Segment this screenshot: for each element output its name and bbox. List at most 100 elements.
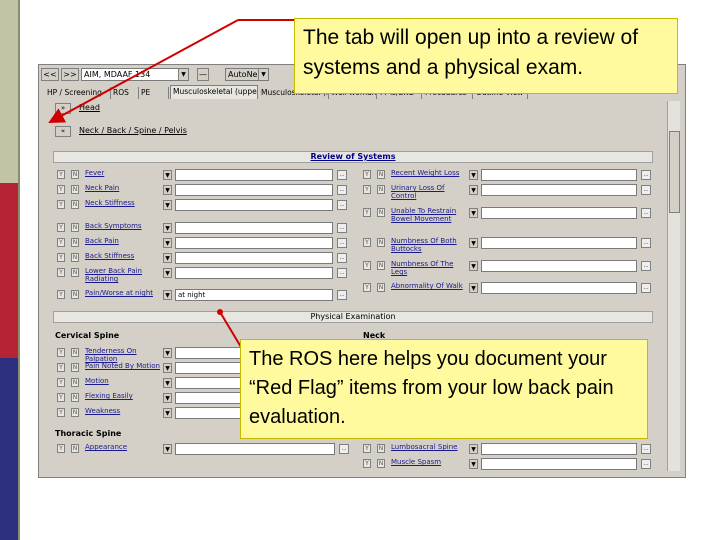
yes-checkbox[interactable]: Y bbox=[57, 185, 65, 194]
tab-hp-screening[interactable]: HP / Screening bbox=[45, 87, 111, 99]
no-checkbox[interactable]: N bbox=[71, 408, 79, 417]
yes-checkbox[interactable]: Y bbox=[57, 253, 65, 262]
yes-checkbox[interactable]: Y bbox=[363, 261, 371, 270]
item-text-field[interactable] bbox=[481, 237, 637, 249]
item-text-field[interactable] bbox=[175, 169, 333, 181]
chevron-down-icon[interactable]: ▼ bbox=[178, 69, 188, 80]
note-icon[interactable]: ... bbox=[337, 185, 347, 195]
note-icon[interactable]: ... bbox=[337, 290, 347, 300]
item-label[interactable]: Abnormality Of Walk bbox=[391, 282, 467, 290]
no-checkbox[interactable]: N bbox=[377, 238, 385, 247]
item-label[interactable]: Pain/Worse at night bbox=[85, 289, 161, 297]
back-button[interactable]: << bbox=[41, 68, 59, 81]
chevron-down-icon[interactable]: ▼ bbox=[163, 185, 172, 195]
item-label[interactable]: Motion bbox=[85, 377, 161, 385]
yes-checkbox[interactable]: Y bbox=[57, 238, 65, 247]
chevron-down-icon[interactable]: ▼ bbox=[469, 459, 478, 469]
item-text-field[interactable] bbox=[481, 282, 637, 294]
no-checkbox[interactable]: N bbox=[71, 238, 79, 247]
autoneg-select[interactable]: AutoNeg ▼ bbox=[225, 68, 269, 81]
note-icon[interactable]: ... bbox=[337, 170, 347, 180]
item-label[interactable]: Back Symptoms bbox=[85, 222, 161, 230]
note-icon[interactable]: ... bbox=[337, 223, 347, 233]
yes-checkbox[interactable]: Y bbox=[363, 459, 371, 468]
chevron-down-icon[interactable]: ▼ bbox=[469, 238, 478, 248]
item-label[interactable]: Flexing Easily bbox=[85, 392, 161, 400]
chevron-down-icon[interactable]: ▼ bbox=[163, 200, 172, 210]
chevron-down-icon[interactable]: ▼ bbox=[163, 238, 172, 248]
tab-pe[interactable]: PE bbox=[139, 87, 169, 99]
item-text-field[interactable] bbox=[175, 443, 335, 455]
chevron-down-icon[interactable]: ▼ bbox=[163, 378, 172, 388]
item-text-field[interactable] bbox=[175, 184, 333, 196]
note-icon[interactable]: ... bbox=[641, 208, 651, 218]
note-icon[interactable]: ... bbox=[641, 444, 651, 454]
patient-select[interactable]: AIM, MDAAF 134 ▼ bbox=[81, 68, 189, 81]
chevron-down-icon[interactable]: ▼ bbox=[163, 170, 172, 180]
item-label[interactable]: Lower Back Pain Radiating bbox=[85, 267, 161, 283]
item-text-field[interactable] bbox=[481, 458, 637, 470]
no-checkbox[interactable]: N bbox=[71, 253, 79, 262]
chevron-down-icon[interactable]: ▼ bbox=[469, 261, 478, 271]
yes-checkbox[interactable]: Y bbox=[57, 408, 65, 417]
note-icon[interactable]: ... bbox=[641, 238, 651, 248]
note-icon[interactable]: ... bbox=[641, 459, 651, 469]
yes-checkbox[interactable]: Y bbox=[363, 238, 371, 247]
item-text-field[interactable] bbox=[481, 169, 637, 181]
no-checkbox[interactable]: N bbox=[71, 393, 79, 402]
item-label[interactable]: Muscle Spasm bbox=[391, 458, 467, 466]
no-checkbox[interactable]: N bbox=[377, 208, 385, 217]
collapse-button[interactable]: — bbox=[197, 68, 209, 81]
item-text-field[interactable] bbox=[481, 184, 637, 196]
no-checkbox[interactable]: N bbox=[377, 459, 385, 468]
no-checkbox[interactable]: N bbox=[377, 170, 385, 179]
item-label[interactable]: Back Stiffness bbox=[85, 252, 161, 260]
item-label[interactable]: Back Pain bbox=[85, 237, 161, 245]
yes-checkbox[interactable]: Y bbox=[363, 170, 371, 179]
expand-head-button[interactable]: » bbox=[55, 103, 71, 114]
item-label[interactable]: Tenderness On Palpation bbox=[85, 347, 161, 363]
item-label[interactable]: Lumbosacral Spine bbox=[391, 443, 467, 451]
scrollbar-thumb[interactable] bbox=[669, 131, 680, 213]
collapse-neck-back-button[interactable]: « bbox=[55, 126, 71, 137]
forward-button[interactable]: >> bbox=[61, 68, 79, 81]
yes-checkbox[interactable]: Y bbox=[57, 170, 65, 179]
note-icon[interactable]: ... bbox=[337, 200, 347, 210]
note-icon[interactable]: ... bbox=[337, 253, 347, 263]
chevron-down-icon[interactable]: ▼ bbox=[163, 393, 172, 403]
chevron-down-icon[interactable]: ▼ bbox=[163, 444, 172, 454]
item-label[interactable]: Neck Pain bbox=[85, 184, 161, 192]
item-label[interactable]: Appearance bbox=[85, 443, 161, 451]
item-text-field[interactable] bbox=[175, 199, 333, 211]
chevron-down-icon[interactable]: ▼ bbox=[258, 69, 268, 80]
yes-checkbox[interactable]: Y bbox=[57, 363, 65, 372]
yes-checkbox[interactable]: Y bbox=[57, 223, 65, 232]
yes-checkbox[interactable]: Y bbox=[363, 283, 371, 292]
item-text-field[interactable] bbox=[175, 267, 333, 279]
yes-checkbox[interactable]: Y bbox=[57, 268, 65, 277]
item-text-field[interactable] bbox=[481, 443, 637, 455]
no-checkbox[interactable]: N bbox=[377, 444, 385, 453]
no-checkbox[interactable]: N bbox=[71, 170, 79, 179]
yes-checkbox[interactable]: Y bbox=[57, 393, 65, 402]
no-checkbox[interactable]: N bbox=[71, 268, 79, 277]
chevron-down-icon[interactable]: ▼ bbox=[469, 283, 478, 293]
chevron-down-icon[interactable]: ▼ bbox=[469, 170, 478, 180]
item-label[interactable]: Weakness bbox=[85, 407, 161, 415]
item-text-field[interactable] bbox=[481, 260, 637, 272]
item-label[interactable]: Neck Stiffness bbox=[85, 199, 161, 207]
chevron-down-icon[interactable]: ▼ bbox=[469, 444, 478, 454]
note-icon[interactable]: ... bbox=[641, 185, 651, 195]
yes-checkbox[interactable]: Y bbox=[57, 378, 65, 387]
item-text-field[interactable]: at night bbox=[175, 289, 333, 301]
no-checkbox[interactable]: N bbox=[71, 290, 79, 299]
yes-checkbox[interactable]: Y bbox=[363, 185, 371, 194]
chevron-down-icon[interactable]: ▼ bbox=[163, 290, 172, 300]
yes-checkbox[interactable]: Y bbox=[57, 348, 65, 357]
note-icon[interactable]: ... bbox=[339, 444, 349, 454]
no-checkbox[interactable]: N bbox=[377, 283, 385, 292]
note-icon[interactable]: ... bbox=[337, 238, 347, 248]
item-label[interactable]: Numbness Of The Legs bbox=[391, 260, 467, 276]
item-text-field[interactable] bbox=[481, 207, 637, 219]
item-text-field[interactable] bbox=[175, 222, 333, 234]
